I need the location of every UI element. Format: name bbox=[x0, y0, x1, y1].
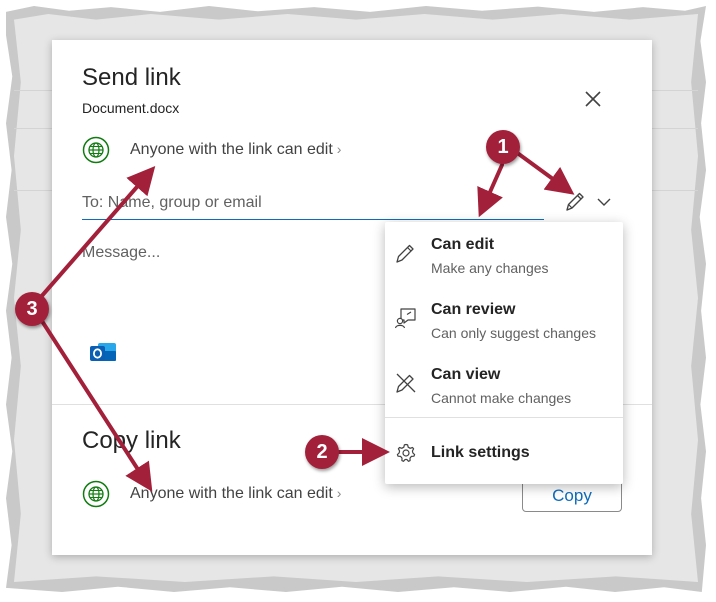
recipient-input[interactable] bbox=[82, 188, 544, 218]
menu-item-label: Can edit bbox=[431, 236, 495, 253]
menu-item-description: Make any changes bbox=[431, 260, 549, 276]
no-edit-icon bbox=[396, 373, 416, 393]
menu-item-can-edit[interactable]: Can edit Make any changes bbox=[385, 222, 623, 284]
screenshot-stage: Send link Document.docx Anyone with the … bbox=[0, 0, 716, 602]
pencil-icon bbox=[396, 244, 414, 263]
menu-item-label: Link settings bbox=[431, 444, 530, 461]
message-input[interactable] bbox=[82, 244, 382, 324]
gear-icon bbox=[396, 443, 416, 462]
dialog-title: Send link bbox=[82, 64, 181, 91]
review-icon bbox=[395, 308, 416, 329]
copy-link-permission-button[interactable]: Anyone with the link can edit › bbox=[130, 485, 341, 503]
menu-item-description: Can only suggest changes bbox=[431, 325, 596, 341]
menu-item-link-settings[interactable]: Link settings bbox=[385, 422, 623, 484]
chevron-down-icon[interactable] bbox=[594, 192, 614, 212]
recipient-field bbox=[82, 188, 544, 220]
copy-link-permission-label: Anyone with the link can edit bbox=[130, 485, 333, 502]
annotation-badge: 1 bbox=[486, 130, 520, 164]
annotation-badge: 2 bbox=[305, 435, 339, 469]
globe-icon bbox=[82, 136, 110, 164]
close-icon[interactable] bbox=[579, 85, 607, 113]
pencil-icon[interactable] bbox=[564, 190, 586, 214]
file-name: Document.docx bbox=[82, 100, 180, 116]
link-permission-label: Anyone with the link can edit bbox=[130, 141, 333, 158]
chevron-right-icon: › bbox=[336, 485, 342, 501]
menu-item-label: Can review bbox=[431, 301, 516, 318]
chevron-right-icon: › bbox=[336, 141, 342, 157]
annotation-badge: 3 bbox=[15, 292, 49, 326]
menu-item-description: Cannot make changes bbox=[431, 390, 572, 406]
copy-button[interactable]: Copy bbox=[522, 480, 622, 512]
menu-item-can-review[interactable]: Can review Can only suggest changes bbox=[385, 287, 623, 349]
menu-item-can-view[interactable]: Can view Cannot make changes bbox=[385, 352, 623, 414]
outlook-icon[interactable] bbox=[88, 337, 118, 367]
permission-dropdown-menu: Can edit Make any changes Can review Can… bbox=[385, 222, 623, 484]
copy-link-title: Copy link bbox=[82, 427, 181, 454]
link-permission-button[interactable]: Anyone with the link can edit › bbox=[130, 141, 341, 159]
menu-item-label: Can view bbox=[431, 366, 501, 383]
menu-divider bbox=[385, 417, 623, 418]
globe-icon bbox=[82, 480, 110, 508]
